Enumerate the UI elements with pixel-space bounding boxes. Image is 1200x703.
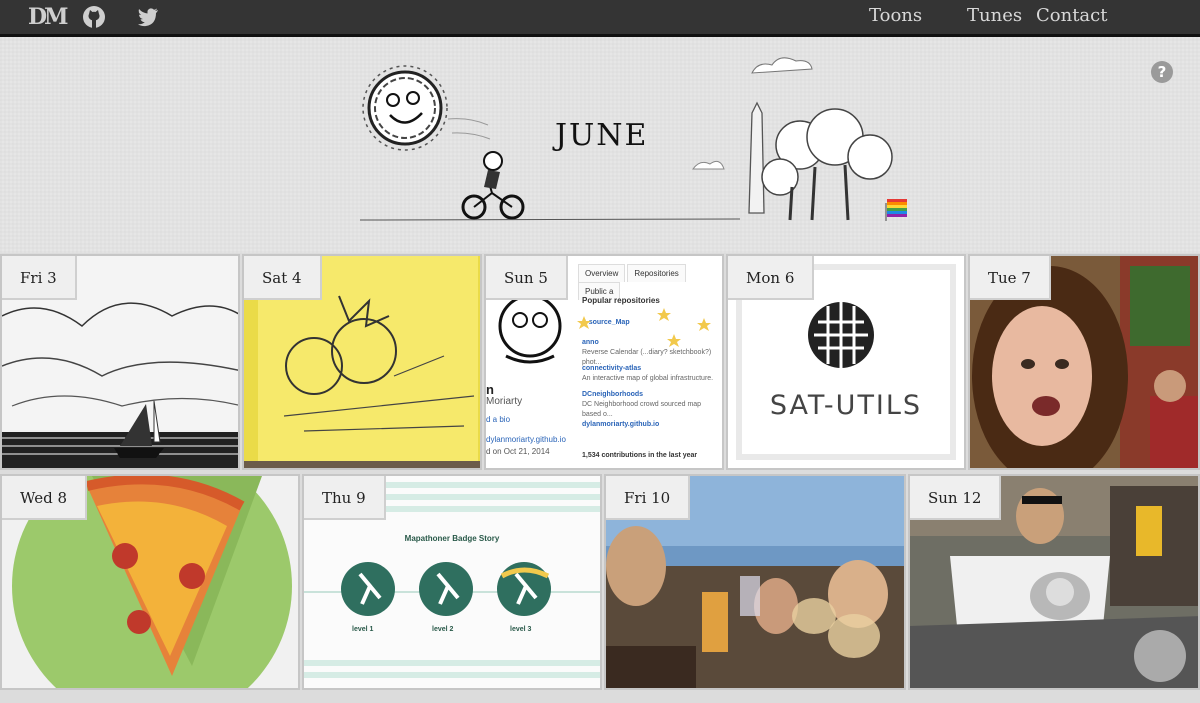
day-tile-sat-4[interactable]: Sat 4 bbox=[242, 254, 482, 470]
tab-overview[interactable]: Overview bbox=[578, 264, 626, 282]
day-tile-mon-6[interactable]: SAT-UTILS Mon 6 bbox=[726, 254, 966, 470]
profile-name-fragment: n bbox=[486, 382, 494, 397]
sat-utils-wordmark: SAT-UTILS bbox=[769, 390, 923, 421]
day-tile-sun-12[interactable]: Sun 12 bbox=[908, 474, 1200, 690]
day-label: Mon 6 bbox=[728, 256, 815, 300]
day-label: Sun 5 bbox=[486, 256, 568, 300]
star-stickers bbox=[577, 308, 711, 347]
day-tile-fri-10[interactable]: Fri 10 bbox=[604, 474, 906, 690]
profile-bio-link[interactable]: d a bio bbox=[486, 414, 566, 426]
contributions-count: 1,534 contributions in the last year bbox=[582, 452, 698, 459]
repo-item[interactable]: connectivity-atlas An interactive map of … bbox=[582, 364, 713, 384]
level-label: level 3 bbox=[510, 626, 532, 633]
tab-repositories[interactable]: Repositories bbox=[627, 264, 686, 282]
sat-utils-logo-icon bbox=[808, 302, 874, 368]
rainbow-flag bbox=[885, 199, 907, 221]
site-logo[interactable]: DM bbox=[28, 4, 68, 30]
day-label: Wed 8 bbox=[2, 476, 87, 520]
day-label: Sun 12 bbox=[910, 476, 1002, 520]
nav-link-toons[interactable]: Toons bbox=[869, 5, 922, 26]
day-label: Thu 9 bbox=[304, 476, 386, 520]
day-tile-tue-7[interactable]: Tue 7 bbox=[968, 254, 1200, 470]
day-label: Sat 4 bbox=[244, 256, 322, 300]
nav-link-tunes[interactable]: Tunes bbox=[967, 5, 1022, 26]
day-tile-wed-8[interactable]: Wed 8 bbox=[0, 474, 300, 690]
level-label: level 2 bbox=[432, 626, 454, 633]
top-nav-bar: DM Toons Tunes Contact bbox=[0, 0, 1200, 37]
profile-username-fragment: Moriarty bbox=[486, 396, 523, 407]
help-icon[interactable]: ? bbox=[1151, 61, 1173, 83]
month-title: JUNE bbox=[555, 118, 649, 153]
profile-joined-date: d on Oct 21, 2014 bbox=[486, 447, 550, 456]
profile-tabs: Overview RepositoriesPublic a bbox=[578, 264, 722, 300]
level-label: level 1 bbox=[352, 626, 374, 633]
day-label: Fri 3 bbox=[2, 256, 77, 300]
day-tile-fri-3[interactable]: Fri 3 bbox=[0, 254, 240, 470]
day-tile-sun-5[interactable]: n Moriarty d a bio dylanmoriarty.github.… bbox=[484, 254, 724, 470]
day-label: Tue 7 bbox=[970, 256, 1051, 300]
repo-item[interactable]: DCneighborhoods DC Neighborhood crowd sou… bbox=[582, 390, 722, 420]
page-footer-strip bbox=[0, 690, 1200, 703]
day-label: Fri 10 bbox=[606, 476, 691, 520]
twitter-icon[interactable] bbox=[136, 5, 160, 29]
tree-drawing bbox=[761, 108, 893, 221]
cyclist-drawing bbox=[461, 151, 525, 220]
day-tile-thu-9[interactable]: Mapathoner Badge Story level 1 level 2 l… bbox=[302, 474, 602, 690]
badge-story-title: Mapathoner Badge Story bbox=[404, 534, 500, 543]
profile-website-link[interactable]: dylanmoriarty.github.io bbox=[486, 434, 566, 446]
nav-link-contact[interactable]: Contact bbox=[1036, 5, 1107, 26]
github-icon[interactable] bbox=[82, 5, 106, 29]
repo-item[interactable]: dylanmoriarty.github.io bbox=[582, 420, 659, 430]
sun-face-drawing bbox=[362, 65, 448, 151]
